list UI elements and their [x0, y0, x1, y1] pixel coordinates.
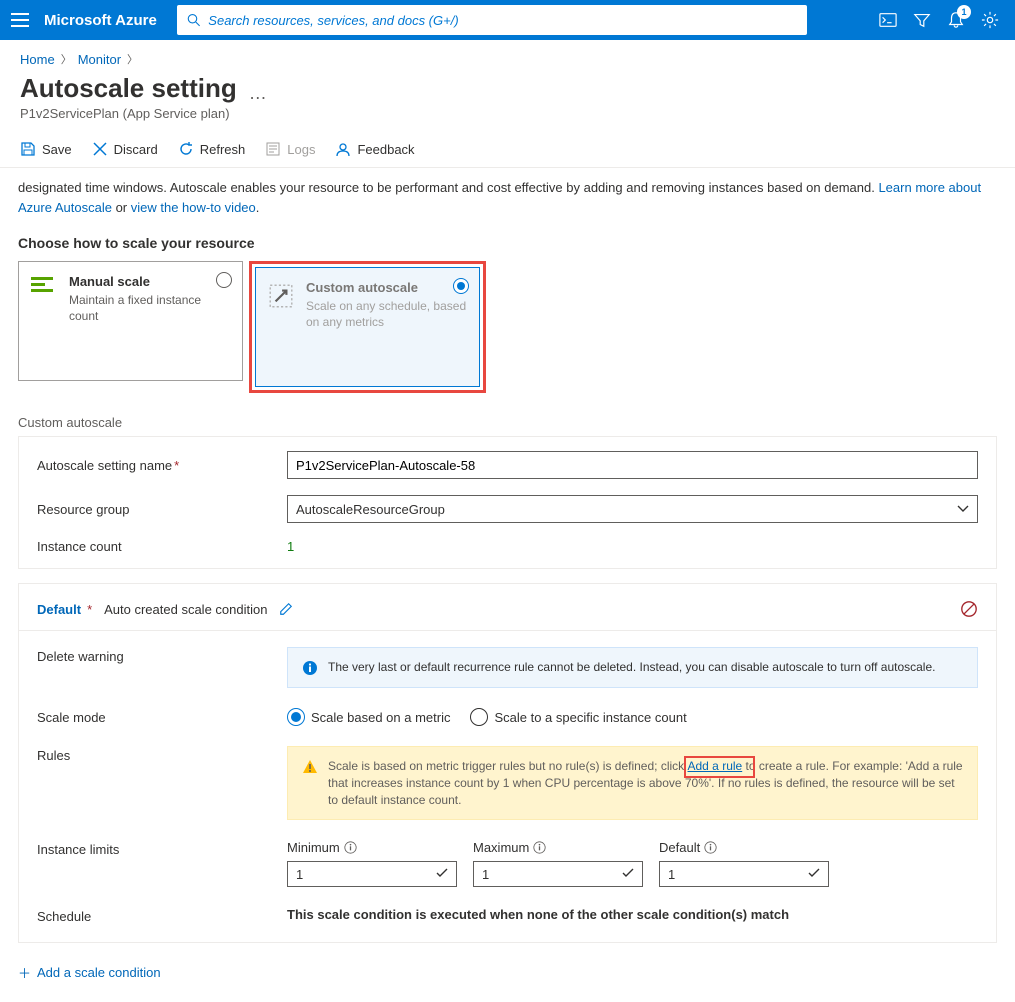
condition-subtitle: Auto created scale condition [104, 602, 267, 617]
info-icon[interactable] [704, 841, 717, 854]
add-scale-condition-link[interactable]: ＋ Add a scale condition [18, 963, 161, 982]
info-icon [302, 660, 318, 676]
scale-metric-radio[interactable]: Scale based on a metric [287, 708, 450, 726]
notification-badge: 1 [957, 5, 971, 19]
refresh-button[interactable]: Refresh [178, 141, 246, 157]
condition-title: Default [37, 602, 81, 617]
manual-scale-icon [31, 277, 59, 299]
search-icon [187, 13, 201, 27]
refresh-icon [178, 141, 194, 157]
rules-warning-box: Scale is based on metric trigger rules b… [287, 746, 978, 820]
save-button[interactable]: Save [20, 141, 72, 157]
default-condition-panel: Default* Auto created scale condition De… [18, 583, 997, 943]
minimum-input[interactable]: 1 [287, 861, 457, 887]
rules-label: Rules [37, 746, 287, 820]
setting-name-input[interactable] [287, 451, 978, 479]
page-title: Autoscale setting [20, 73, 237, 104]
default-input[interactable]: 1 [659, 861, 829, 887]
search-input[interactable] [208, 13, 797, 28]
brand-label: Microsoft Azure [44, 12, 157, 29]
breadcrumb-monitor[interactable]: Monitor [78, 52, 121, 67]
check-icon [808, 868, 820, 880]
scale-instance-count-radio[interactable]: Scale to a specific instance count [470, 708, 686, 726]
cloud-shell-icon[interactable] [879, 11, 897, 29]
breadcrumb-home[interactable]: Home [20, 52, 55, 67]
delete-warning-label: Delete warning [37, 647, 287, 688]
manual-scale-card[interactable]: Manual scale Maintain a fixed instance c… [18, 261, 243, 381]
delete-condition-button[interactable] [960, 600, 978, 618]
discard-icon [92, 141, 108, 157]
info-icon[interactable] [344, 841, 357, 854]
radio-checked-icon [287, 708, 305, 726]
setting-name-label: Autoscale setting name* [37, 458, 287, 473]
maximum-input[interactable]: 1 [473, 861, 643, 887]
scale-mode-label: Scale mode [37, 708, 287, 726]
breadcrumb: Home 〉 Monitor 〉 [0, 40, 1015, 73]
global-search[interactable] [177, 5, 807, 35]
custom-autoscale-card[interactable]: Custom autoscale Scale on any schedule, … [255, 267, 480, 387]
schedule-label: Schedule [37, 907, 287, 924]
radio-unchecked-icon [216, 272, 232, 288]
gear-icon[interactable] [981, 11, 999, 29]
delete-warning-box: The very last or default recurrence rule… [287, 647, 978, 688]
check-icon [436, 868, 448, 880]
save-icon [20, 141, 36, 157]
feedback-icon [335, 141, 351, 157]
more-actions-button[interactable]: … [249, 73, 269, 104]
radio-checked-icon [453, 278, 469, 294]
custom-autoscale-icon [268, 283, 296, 305]
intro-text: designated time windows. Autoscale enabl… [0, 168, 1015, 223]
instance-count-value: 1 [287, 539, 294, 554]
howto-video-link[interactable]: view the how-to video [131, 200, 256, 215]
warning-icon [302, 759, 318, 775]
hamburger-icon[interactable] [8, 8, 32, 32]
directory-filter-icon[interactable] [913, 11, 931, 29]
schedule-text: This scale condition is executed when no… [287, 907, 978, 922]
command-bar: Save Discard Refresh Logs Feedback [0, 135, 1015, 168]
info-icon[interactable] [533, 841, 546, 854]
page-subtitle: P1v2ServicePlan (App Service plan) [0, 106, 1015, 135]
top-header: Microsoft Azure 1 [0, 0, 1015, 40]
notifications-icon[interactable]: 1 [947, 11, 965, 29]
highlight-box [684, 756, 755, 778]
instance-count-label: Instance count [37, 539, 287, 554]
discard-button[interactable]: Discard [92, 141, 158, 157]
radio-unchecked-icon [470, 708, 488, 726]
logs-icon [265, 141, 281, 157]
check-icon [622, 868, 634, 880]
feedback-button[interactable]: Feedback [335, 141, 414, 157]
resource-group-label: Resource group [37, 502, 287, 517]
custom-autoscale-panel: Autoscale setting name* Resource group A… [18, 436, 997, 569]
edit-condition-button[interactable] [279, 602, 293, 616]
custom-panel-label: Custom autoscale [0, 415, 1015, 436]
instance-limits-label: Instance limits [37, 840, 287, 887]
chevron-right-icon: 〉 [61, 51, 72, 67]
logs-button[interactable]: Logs [265, 141, 315, 157]
chevron-down-icon [957, 503, 969, 515]
choose-scale-header: Choose how to scale your resource [0, 223, 1015, 261]
plus-icon: ＋ [18, 963, 31, 982]
chevron-right-icon: 〉 [127, 51, 138, 67]
resource-group-select[interactable]: AutoscaleResourceGroup [287, 495, 978, 523]
